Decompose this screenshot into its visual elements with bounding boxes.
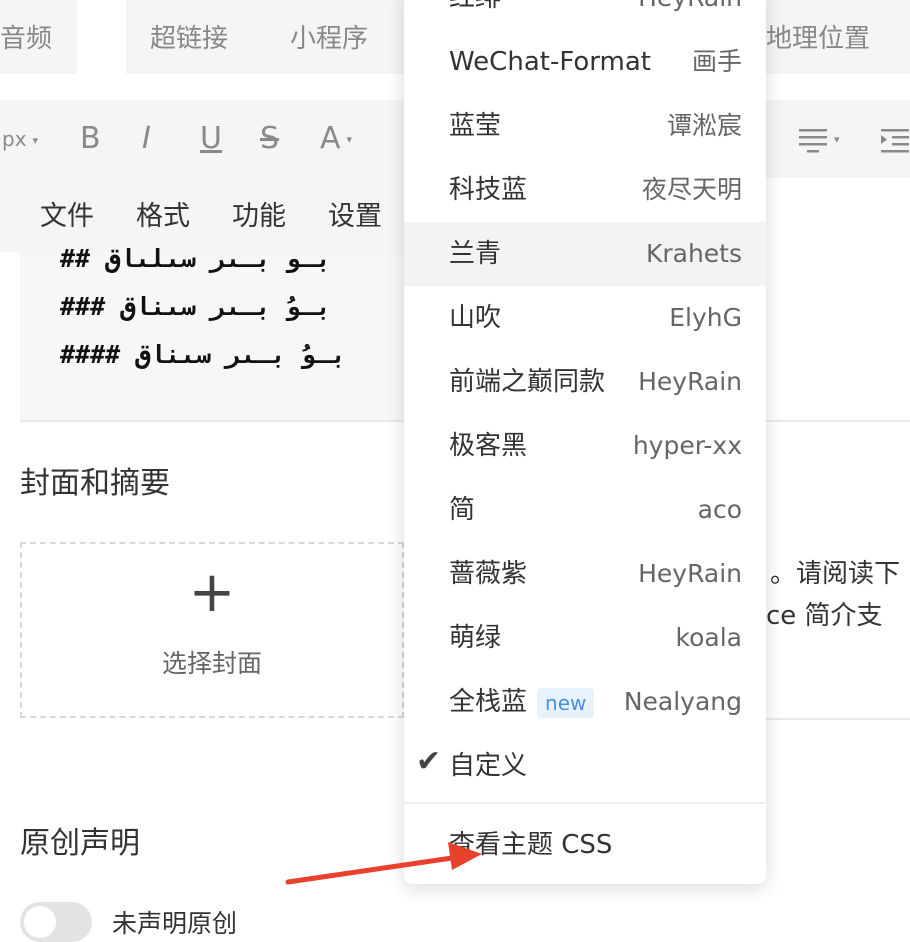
annotation-arrow-icon	[285, 842, 482, 885]
